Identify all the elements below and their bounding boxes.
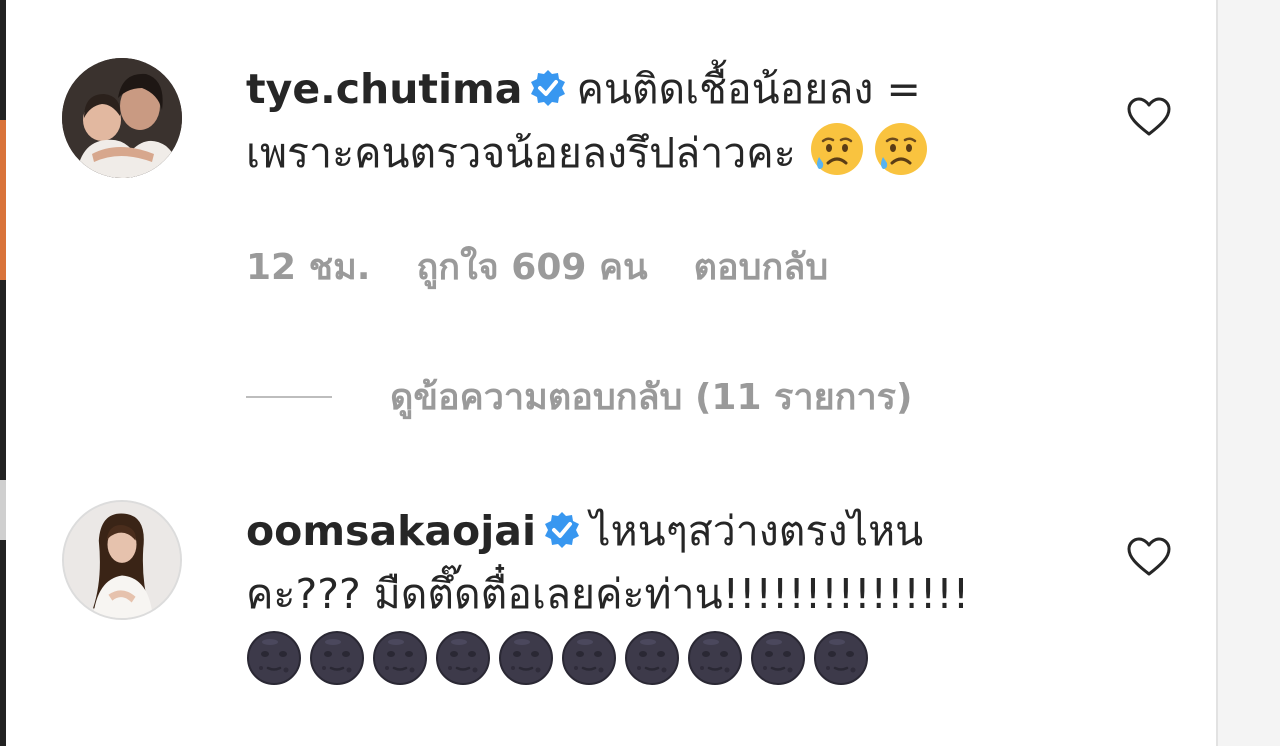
emoji-row [246, 630, 1066, 686]
background-edge [0, 0, 6, 746]
comment-likes-count[interactable]: ถูกใจ 609 คน [416, 238, 647, 295]
like-heart-icon[interactable] [1126, 536, 1172, 578]
new-moon-face-icon [435, 630, 491, 686]
divider-line [246, 395, 332, 398]
like-heart-icon[interactable] [1126, 96, 1172, 138]
comment-username[interactable]: tye.chutima [246, 65, 522, 113]
new-moon-face-icon [372, 630, 428, 686]
sad-sweat-face-icon [809, 121, 865, 177]
comment-body: oomsakaojai ไหนๆสว่างตรงไหน คะ??? มืดตึ๊… [246, 500, 1066, 686]
comment-text: คนติดเชื้อน้อยลง = [576, 65, 921, 113]
comment-body: tye.chutima คนติดเชื้อน้อยลง = เพราะคนตร… [246, 58, 1066, 185]
new-moon-face-icon [498, 630, 554, 686]
avatar[interactable] [62, 500, 182, 620]
new-moon-face-icon [561, 630, 617, 686]
view-replies-button[interactable]: ดูข้อความตอบกลับ (11 รายการ) [246, 368, 912, 425]
new-moon-face-icon [687, 630, 743, 686]
comment-text: คะ??? มืดตึ๊ดตื๋อเลยค่ะท่าน!!!!!!!!!!!!!… [246, 570, 970, 618]
side-panel [1216, 0, 1280, 746]
new-moon-face-icon [624, 630, 680, 686]
view-replies-label: ดูข้อความตอบกลับ (11 รายการ) [390, 377, 913, 418]
new-moon-face-icon [246, 630, 302, 686]
verified-badge-icon [528, 68, 568, 108]
comment-text: เพราะคนตรวจน้อยลงรึปล่าวคะ [246, 129, 796, 177]
comment-meta: 12 ชม. ถูกใจ 609 คน ตอบกลับ [246, 238, 828, 295]
verified-badge-icon [542, 510, 582, 550]
comments-panel: tye.chutima คนติดเชื้อน้อยลง = เพราะคนตร… [0, 0, 1280, 746]
reply-button[interactable]: ตอบกลับ [694, 238, 829, 295]
avatar[interactable] [62, 58, 182, 178]
new-moon-face-icon [813, 630, 869, 686]
new-moon-face-icon [309, 630, 365, 686]
comment-text: ไหนๆสว่างตรงไหน [590, 507, 924, 555]
new-moon-face-icon [750, 630, 806, 686]
sad-sweat-face-icon [873, 121, 929, 177]
comment-username[interactable]: oomsakaojai [246, 507, 536, 555]
comment-timestamp[interactable]: 12 ชม. [246, 238, 370, 295]
